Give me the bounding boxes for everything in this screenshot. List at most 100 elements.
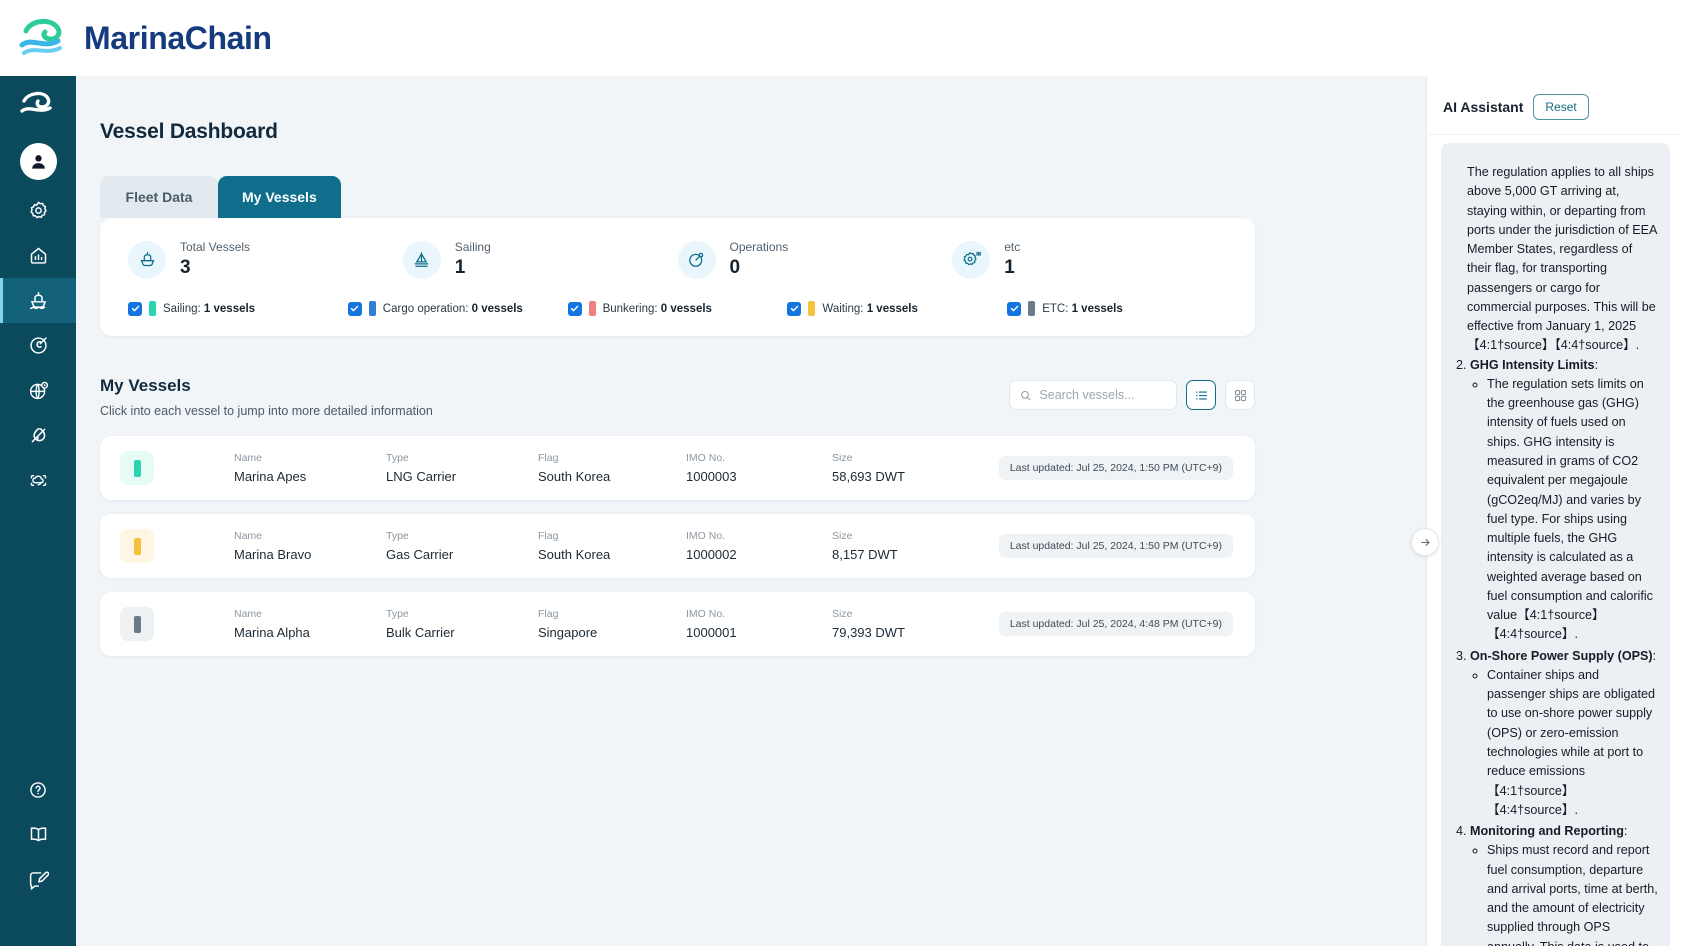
vessel-name: Marina Alpha [234, 625, 310, 641]
vessel-type: Bulk Carrier [386, 625, 455, 641]
reset-button[interactable]: Reset [1533, 94, 1589, 120]
legend-item-waiting[interactable]: Waiting: 1 vessels [787, 301, 1007, 317]
vessel-flag: Singapore [538, 625, 598, 641]
legend-checkbox[interactable] [567, 301, 582, 316]
last-updated-badge: Last updated: Jul 25, 2024, 4:48 PM (UTC… [998, 612, 1233, 637]
vessel-name-cell: Name Marina Apes [234, 452, 386, 484]
message-ordered-list: GHG Intensity Limits: The regulation set… [1453, 356, 1658, 946]
vessel-imo: 1000001 [686, 625, 737, 641]
vessel-flag-cell: Flag South Korea [538, 530, 686, 562]
vessel-name-cell: Name Marina Bravo [234, 530, 386, 562]
sidebar-item-docs[interactable] [0, 812, 76, 857]
sidebar-item-help[interactable] [0, 767, 76, 812]
main-content: Vessel Dashboard Fleet Data My Vessels T… [76, 76, 1426, 946]
sidebar-item-sustainability[interactable] [0, 458, 76, 503]
status-pin-icon [149, 301, 156, 317]
search-icon [1021, 390, 1031, 401]
search-input[interactable] [1037, 387, 1166, 404]
legend-item-etc[interactable]: ETC: 1 vessels [1007, 301, 1227, 317]
search-field[interactable] [1009, 380, 1177, 411]
table-row[interactable]: Name Marina Bravo Type Gas Carrier Flag … [100, 514, 1255, 579]
legend-checkbox[interactable] [1007, 301, 1022, 316]
page-title: Vessel Dashboard [100, 120, 278, 143]
column-header-name: Name [234, 452, 263, 465]
sidebar-item-analytics[interactable] [0, 233, 76, 278]
vessel-flag-cell: Flag South Korea [538, 452, 686, 484]
section-title: My Vessels [100, 376, 191, 396]
sub-list: The regulation sets limits on the greenh… [1470, 375, 1658, 645]
sidebar-item-account[interactable] [0, 134, 76, 188]
sidebar-item-feedback[interactable] [0, 857, 76, 902]
column-header-size: Size [832, 452, 853, 465]
sidebar-logo[interactable] [0, 76, 76, 134]
column-header-name: Name [234, 608, 263, 621]
fleet-stats-card: Total Vessels 3 Sailing 1 Operations 0 e… [100, 218, 1255, 337]
brand-name: MarinaChain [84, 19, 272, 56]
stat-value: 1 [1004, 257, 1015, 279]
column-header-imo: IMO No. [686, 608, 726, 621]
ai-assistant-header: AI Assistant Reset [1427, 76, 1682, 135]
view-grid-button[interactable] [1225, 380, 1255, 411]
arrow-right-icon [1420, 538, 1430, 546]
legend-checkbox[interactable] [787, 301, 802, 316]
my-vessels-header: My Vessels Click into each vessel to jum… [100, 376, 1255, 418]
vessel-size: 79,393 DWT [832, 625, 905, 641]
vessel-flag-cell: Flag Singapore [538, 608, 686, 640]
vessel-total-icon [128, 240, 166, 279]
legend-item-cargo-operation[interactable]: Cargo operation: 0 vessels [347, 301, 568, 317]
ai-assistant-messages[interactable]: The regulation applies to all ships abov… [1427, 135, 1682, 946]
sidebar-item-routes[interactable] [0, 368, 76, 413]
vessel-list: Name Marina Apes Type LNG Carrier Flag S… [100, 436, 1255, 657]
vessel-imo: 1000003 [686, 469, 737, 485]
message-paragraph-top: The regulation applies to all ships abov… [1467, 165, 1657, 353]
avatar [19, 142, 57, 180]
tab-my-vessels[interactable]: My Vessels [218, 176, 341, 218]
legend-item-sailing[interactable]: Sailing: 1 vessels [128, 301, 348, 317]
column-header-size: Size [832, 530, 853, 543]
column-header-flag: Flag [538, 452, 559, 465]
column-header-flag: Flag [538, 530, 559, 543]
vessel-flag: South Korea [538, 547, 611, 563]
vessel-status-icon [120, 607, 154, 642]
list-item: On-Shore Power Supply (OPS): Container s… [1470, 647, 1658, 820]
tab-fleet-data[interactable]: Fleet Data [100, 176, 218, 218]
legend-label: Cargo operation: 0 vessels [382, 302, 523, 315]
grid-view-icon [1234, 389, 1246, 401]
table-row[interactable]: Name Marina Alpha Type Bulk Carrier Flag… [100, 592, 1255, 657]
vessel-size: 58,693 DWT [832, 469, 905, 485]
legend-label: Sailing: 1 vessels [163, 302, 256, 315]
list-item: GHG Intensity Limits: The regulation set… [1470, 356, 1658, 645]
app-frame: Vessel Dashboard Fleet Data My Vessels T… [0, 76, 1682, 946]
stat-label: Sailing [454, 240, 491, 254]
view-list-button[interactable] [1186, 380, 1216, 411]
chat-edit-icon [29, 871, 49, 890]
ai-assistant-title: AI Assistant [1443, 99, 1524, 115]
legend-checkbox[interactable] [347, 301, 362, 316]
sidebar-item-vessels[interactable] [0, 278, 76, 323]
stat-value: 1 [454, 257, 466, 279]
column-header-size: Size [832, 608, 853, 621]
status-pin-icon [1028, 301, 1036, 317]
top-brand-bar: MarinaChain [0, 0, 1682, 76]
section-heading: On-Shore Power Supply (OPS) [1470, 648, 1653, 663]
sidebar-item-emissions[interactable] [0, 323, 76, 368]
brand-logo[interactable]: MarinaChain [18, 15, 272, 61]
vessel-type-cell: Type LNG Carrier [386, 452, 538, 484]
sidebar-item-fuel[interactable] [0, 413, 76, 458]
legend-checkbox[interactable] [128, 301, 142, 316]
column-header-flag: Flag [538, 608, 559, 621]
stat-label: Operations [729, 240, 789, 254]
column-header-type: Type [386, 530, 409, 543]
sidebar-item-settings[interactable] [0, 188, 76, 233]
table-row[interactable]: Name Marina Apes Type LNG Carrier Flag S… [100, 436, 1255, 501]
legend-item-bunkering[interactable]: Bunkering: 0 vessels [567, 301, 788, 317]
assistant-message: The regulation applies to all ships abov… [1441, 143, 1670, 946]
column-header-name: Name [234, 530, 263, 543]
vessel-size-cell: Size 79,393 DWT [832, 608, 992, 640]
status-legend: Sailing: 1 vessels Cargo operation: 0 ve… [128, 301, 1227, 317]
gear-icon [29, 201, 47, 219]
vessel-status-icon [120, 529, 154, 564]
dashboard-tabs: Fleet Data My Vessels [100, 176, 1396, 218]
sidebar-bottom-group [0, 767, 76, 946]
collapse-panel-button[interactable] [1411, 528, 1439, 556]
